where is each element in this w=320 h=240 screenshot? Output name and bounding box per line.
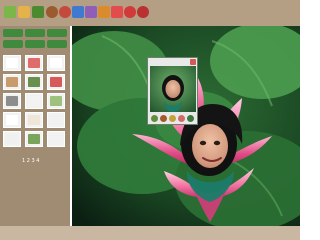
leaf-icon[interactable] (32, 6, 44, 18)
thumbnail[interactable] (47, 74, 65, 90)
side-button-5[interactable] (25, 40, 45, 48)
photo-icon[interactable] (72, 6, 84, 18)
effects-icon[interactable] (85, 6, 97, 18)
thumbnail[interactable] (47, 55, 65, 71)
side-button-6[interactable] (47, 40, 67, 48)
photo-canvas[interactable] (72, 26, 300, 226)
thumbnail[interactable] (3, 112, 21, 128)
side-button-4[interactable] (3, 40, 23, 48)
thumbnail[interactable] (47, 93, 65, 109)
thumbnail[interactable] (3, 74, 21, 90)
thumbnail[interactable] (3, 55, 21, 71)
close-icon[interactable] (137, 6, 149, 18)
stamp-icon[interactable] (98, 6, 110, 18)
star-icon[interactable] (169, 115, 176, 122)
lotus-scene (72, 26, 300, 226)
thumbnail[interactable] (3, 131, 21, 147)
thumbnail-pager[interactable]: 1 2 3 4 (22, 158, 40, 164)
thumbnail[interactable] (25, 55, 43, 71)
thumbnail[interactable] (25, 74, 43, 90)
open-folder-icon[interactable] (18, 6, 30, 18)
bottom-bar (0, 226, 300, 240)
thumbnail[interactable] (25, 112, 43, 128)
check-icon[interactable] (187, 115, 194, 122)
preview-image (150, 66, 196, 112)
side-button-1[interactable] (3, 29, 23, 37)
brush-icon[interactable] (160, 115, 167, 122)
preview-close-button[interactable] (190, 59, 196, 65)
flower-icon[interactable] (59, 6, 71, 18)
thumbnail[interactable] (25, 131, 43, 147)
thumbnail[interactable] (47, 131, 65, 147)
side-button-2[interactable] (25, 29, 45, 37)
side-button-3[interactable] (47, 29, 67, 37)
left-panel: 1 2 3 4 (0, 26, 70, 226)
thumbnail[interactable] (25, 93, 43, 109)
top-toolbar (0, 0, 300, 26)
color-icon[interactable] (111, 6, 123, 18)
preview-window[interactable] (147, 57, 198, 125)
thumbnail[interactable] (47, 112, 65, 128)
frame-icon[interactable] (46, 6, 58, 18)
palette-icon[interactable] (178, 115, 185, 122)
help-icon[interactable] (124, 6, 136, 18)
thumbnail[interactable] (3, 93, 21, 109)
rotate-icon[interactable] (151, 115, 158, 122)
new-icon[interactable] (4, 6, 16, 18)
